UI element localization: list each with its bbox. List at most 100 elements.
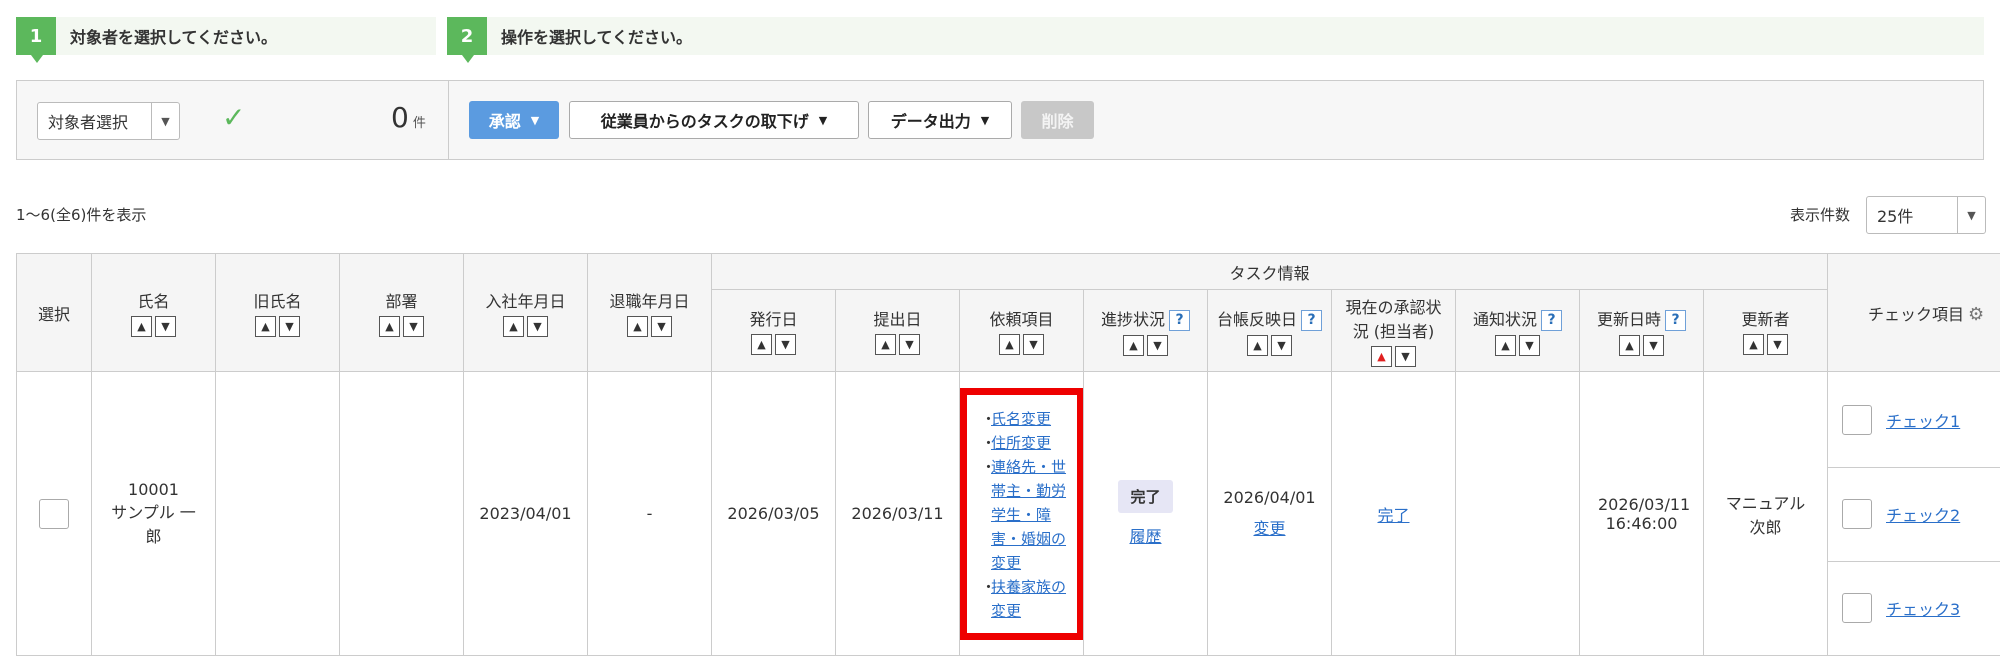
- updated-datetime: 2026/03/11 16:46:00: [1598, 494, 1691, 533]
- help-icon[interactable]: ?: [1541, 309, 1562, 331]
- sort-asc-icon[interactable]: ▲: [1495, 334, 1516, 356]
- request-link[interactable]: 住所変更: [991, 431, 1051, 455]
- chevron-down-icon: ▼: [530, 113, 540, 127]
- col-progress-label: 進捗状況: [1100, 309, 1165, 329]
- col-updated-label: 更新日時: [1596, 309, 1661, 329]
- retract-task-button[interactable]: 従業員からのタスクの取下げ ▼: [569, 101, 859, 139]
- per-page-label: 表示件数: [1790, 206, 1851, 224]
- col-notice: 通知状況? ▲ ▼: [1455, 289, 1580, 372]
- list-item: ・連絡先・世帯主・勤労学生・障害・婚姻の変更: [981, 455, 1071, 575]
- col-progress: 進捗状況? ▲ ▼: [1083, 289, 1208, 372]
- sort-desc-icon[interactable]: ▼: [1023, 334, 1044, 355]
- checkmark-icon: ✓: [222, 101, 246, 134]
- export-button-label: データ出力: [890, 112, 971, 131]
- retract-task-button-label: 従業員からのタスクの取下げ: [600, 112, 809, 131]
- help-icon[interactable]: ?: [1665, 309, 1686, 331]
- toolbar-divider: [448, 81, 449, 159]
- sort-asc-icon[interactable]: ▲: [1123, 334, 1144, 356]
- check-link[interactable]: チェック1: [1886, 408, 1960, 432]
- check-item: チェック2: [1828, 466, 2000, 561]
- status-badge: 完了: [1118, 480, 1173, 513]
- col-submitted-label: 提出日: [873, 310, 922, 329]
- check-checkbox[interactable]: [1842, 499, 1873, 529]
- chevron-down-icon[interactable]: ▼: [1957, 197, 1985, 233]
- step-text: 操作を選択してください。: [501, 28, 693, 47]
- target-select-label: 対象者選択: [48, 113, 129, 132]
- request-link[interactable]: 氏名変更: [991, 407, 1051, 431]
- sort-asc-icon[interactable]: ▲: [131, 316, 152, 337]
- updater-cell: マニュアル 次郎: [1702, 371, 1829, 656]
- check-link[interactable]: チェック3: [1886, 596, 1960, 620]
- history-link[interactable]: 履歴: [1129, 527, 1161, 546]
- ledger-date: 2026/04/01: [1223, 488, 1316, 507]
- sort-asc-icon[interactable]: ▲: [1743, 334, 1764, 355]
- row-checkbox[interactable]: [39, 498, 69, 529]
- sort-desc-icon[interactable]: ▼: [403, 316, 424, 337]
- sort-desc-icon[interactable]: ▼: [899, 334, 920, 355]
- check-checkbox[interactable]: [1842, 593, 1873, 623]
- sort-desc-icon[interactable]: ▼: [651, 316, 672, 337]
- col-dept: 部署 ▲ ▼: [339, 253, 464, 372]
- col-updater: 更新者 ▲ ▼: [1702, 289, 1829, 372]
- col-join-date: 入社年月日 ▲ ▼: [463, 253, 588, 372]
- old-name-cell: [215, 371, 340, 656]
- sort-desc-icon[interactable]: ▼: [1147, 334, 1168, 356]
- sort-desc-icon[interactable]: ▼: [279, 316, 300, 337]
- name-cell: 10001 サンプル 一郎: [91, 371, 216, 656]
- chevron-down-icon: ▼: [980, 113, 990, 127]
- request-highlight: ・氏名変更 ・住所変更 ・連絡先・世帯主・勤労学生・障害・婚姻の変更 ・扶養家族…: [960, 387, 1084, 640]
- ledger-change-link[interactable]: 変更: [1253, 519, 1285, 538]
- sort-asc-icon[interactable]: ▲: [379, 316, 400, 337]
- sort-asc-icon[interactable]: ▲: [503, 316, 524, 337]
- sort-desc-icon[interactable]: ▼: [155, 316, 176, 337]
- step-2: 2 操作を選択してください。: [447, 17, 1984, 63]
- help-icon[interactable]: ?: [1169, 309, 1190, 331]
- col-issued: 発行日 ▲ ▼: [711, 289, 836, 372]
- col-leave-date-label: 退職年月日: [609, 292, 690, 311]
- sort-asc-icon[interactable]: ▲: [1247, 334, 1268, 356]
- task-table: 選択 氏名 ▲ ▼ 旧氏名 ▲ ▼ 部署 ▲ ▼ 入社年月日 ▲ ▼ 退職年月日 ▲ ▼ …: [16, 253, 2000, 656]
- sort-asc-icon[interactable]: ▲: [1619, 334, 1640, 356]
- col-ledger: 台帳反映日? ▲ ▼: [1207, 289, 1332, 372]
- employee-number: 10001: [128, 480, 179, 499]
- approve-button[interactable]: 承認 ▼: [469, 101, 559, 139]
- col-approval-label: 現在の承認状況 (担当者): [1345, 298, 1442, 341]
- join-date-cell: 2023/04/01: [463, 371, 588, 656]
- gear-icon[interactable]: ⚙: [1968, 304, 1984, 325]
- issued-cell: 2026/03/05: [711, 371, 836, 656]
- target-select[interactable]: 対象者選択 ▼: [37, 102, 180, 140]
- leave-date-cell: -: [587, 371, 712, 656]
- sort-desc-icon[interactable]: ▼: [1271, 334, 1292, 356]
- col-select-label: 選択: [37, 304, 70, 324]
- sort-asc-icon[interactable]: ▲: [255, 316, 276, 337]
- sort-desc-icon[interactable]: ▼: [775, 334, 796, 355]
- sort-asc-icon[interactable]: ▲: [1371, 346, 1392, 367]
- approval-status-link[interactable]: 完了: [1377, 506, 1409, 525]
- col-approval: 現在の承認状況 (担当者) ▲ ▼: [1331, 289, 1456, 372]
- updated-cell: 2026/03/11 16:46:00: [1579, 371, 1704, 656]
- sort-desc-icon[interactable]: ▼: [1643, 334, 1664, 356]
- sort-desc-icon[interactable]: ▼: [1395, 346, 1416, 367]
- check-checkbox[interactable]: [1842, 404, 1873, 435]
- help-icon[interactable]: ?: [1301, 309, 1322, 331]
- sort-asc-icon[interactable]: ▲: [999, 334, 1020, 355]
- col-check: チェック項目 ⚙: [1827, 253, 2000, 372]
- delete-button[interactable]: 削除: [1021, 101, 1094, 139]
- sort-desc-icon[interactable]: ▼: [527, 316, 548, 337]
- check-link[interactable]: チェック2: [1886, 502, 1960, 526]
- per-page-select[interactable]: 25件 ▼: [1866, 196, 1986, 234]
- sort-asc-icon[interactable]: ▲: [875, 334, 896, 355]
- sort-desc-icon[interactable]: ▼: [1519, 334, 1540, 356]
- sort-desc-icon[interactable]: ▼: [1767, 334, 1788, 355]
- chevron-down-icon[interactable]: ▼: [151, 103, 179, 139]
- col-notice-label: 通知状況: [1472, 309, 1537, 329]
- col-ledger-label: 台帳反映日: [1216, 309, 1297, 329]
- sort-asc-icon[interactable]: ▲: [627, 316, 648, 337]
- sort-asc-icon[interactable]: ▲: [751, 334, 772, 355]
- col-updated: 更新日時? ▲ ▼: [1579, 289, 1704, 372]
- col-old-name-label: 旧氏名: [253, 292, 302, 311]
- check-items-cell: チェック1 チェック2 チェック3: [1827, 371, 2000, 656]
- request-link[interactable]: 扶養家族の変更: [991, 575, 1071, 623]
- export-button[interactable]: データ出力 ▼: [868, 101, 1012, 139]
- request-link[interactable]: 連絡先・世帯主・勤労学生・障害・婚姻の変更: [991, 455, 1071, 575]
